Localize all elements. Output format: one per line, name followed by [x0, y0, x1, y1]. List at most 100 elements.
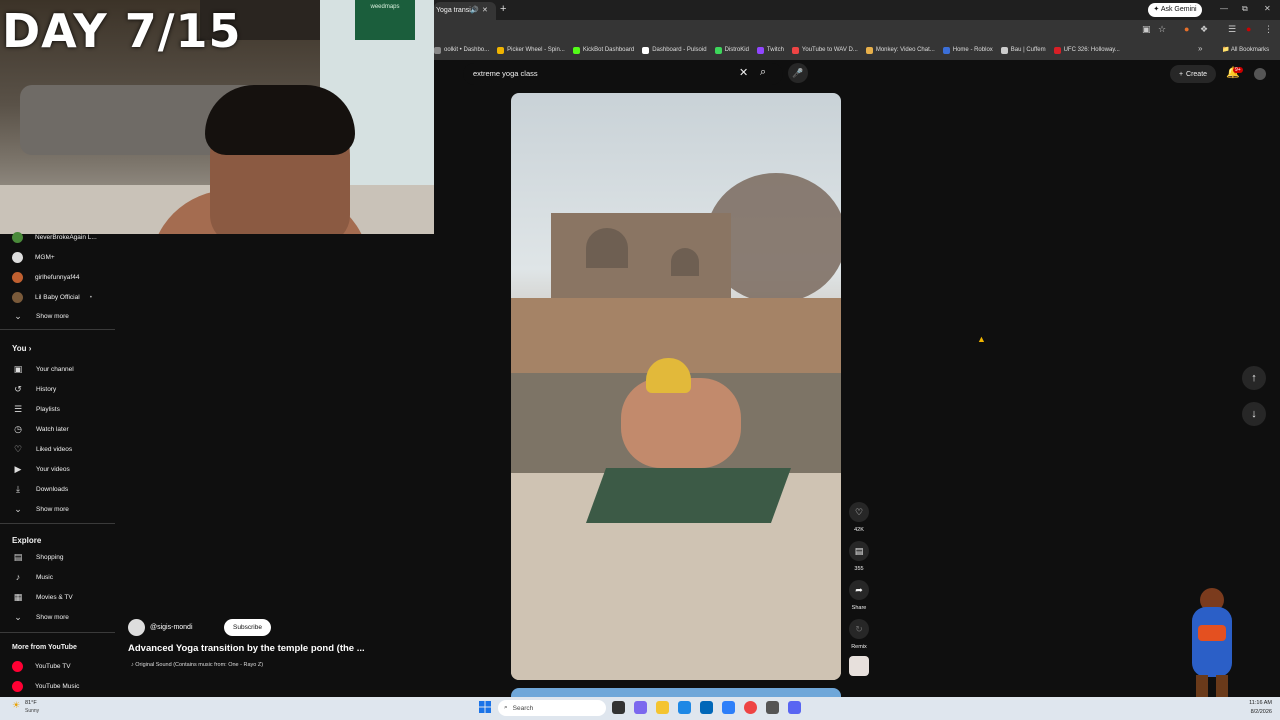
divider: [0, 329, 115, 330]
clear-search-icon[interactable]: ✕: [739, 66, 748, 79]
share-icon: ➦: [855, 584, 863, 595]
sidebar-item-label: Liked videos: [36, 445, 73, 453]
movies-icon: ▦: [13, 591, 23, 602]
bookmark-favicon-icon: [572, 46, 580, 54]
show-more-subscriptions[interactable]: ⌄ Show more: [12, 306, 69, 326]
file-explorer-icon[interactable]: [656, 701, 669, 714]
restore-icon[interactable]: ⧉: [1242, 4, 1248, 14]
sidebar-item[interactable]: ▣ Your channel: [12, 359, 74, 379]
search-icon[interactable]: ⌕: [760, 66, 766, 79]
taskbar-search[interactable]: ⌕ Search: [498, 700, 606, 716]
bookmark-item[interactable]: DistroKid: [714, 46, 749, 54]
bookmark-item[interactable]: UFC 326: Holloway...: [1053, 46, 1120, 54]
sidepanel-icon[interactable]: ☰: [1228, 24, 1236, 35]
sidebar-item[interactable]: ▤ Shopping: [12, 547, 64, 567]
like-button[interactable]: ♡: [849, 502, 869, 522]
windows-start-icon[interactable]: [479, 701, 491, 713]
bookmark-label: DistroKid: [724, 47, 749, 53]
speaker-icon[interactable]: 🔊: [470, 2, 479, 20]
chrome-menu-icon[interactable]: ⋮: [1264, 24, 1273, 35]
sidebar-item[interactable]: ▦ Movies & TV: [12, 587, 73, 607]
edge-icon[interactable]: [678, 701, 691, 714]
sound-thumbnail[interactable]: [849, 656, 869, 676]
sidebar-subscription[interactable]: Lil Baby Official •: [12, 287, 92, 307]
new-tab-icon[interactable]: +: [500, 3, 506, 15]
search-input[interactable]: extreme yoga class: [473, 69, 538, 78]
create-button[interactable]: + Create: [1170, 65, 1216, 83]
taskbar-clock-date[interactable]: 8/2/2026: [1240, 709, 1272, 715]
comments-button[interactable]: ▤: [849, 541, 869, 561]
sidebar-item[interactable]: ♡ Liked videos: [12, 439, 72, 459]
playlists-icon: ☰: [13, 403, 23, 414]
sidebar-item[interactable]: ◷ Watch later: [12, 419, 69, 439]
sound-link[interactable]: ♪ Original Sound (Contains music from: O…: [131, 662, 263, 668]
sidebar-subscription[interactable]: girlhefunnyaf44: [12, 267, 79, 287]
bookmark-favicon-icon: [434, 46, 441, 54]
bookmark-item[interactable]: YouTube to WAV D...: [791, 46, 858, 54]
bookmark-favicon-icon: [1000, 46, 1008, 54]
chrome-icon[interactable]: [744, 701, 757, 714]
copilot-icon[interactable]: [634, 701, 647, 714]
extension-icon[interactable]: ●: [1184, 24, 1189, 34]
all-bookmarks[interactable]: 📁 All Bookmarks: [1222, 46, 1269, 53]
bookmark-label: Home - Roblox: [952, 47, 993, 53]
share-button[interactable]: ➦: [849, 580, 869, 600]
sidebar-item[interactable]: YouTube TV: [12, 656, 71, 676]
star-icon[interactable]: ☆: [1158, 24, 1166, 35]
next-short-button[interactable]: ↓: [1242, 402, 1266, 426]
previous-short-button[interactable]: ↑: [1242, 366, 1266, 390]
sidebar-item[interactable]: ♪ Music: [12, 567, 53, 587]
comment-icon: ▤: [854, 545, 864, 556]
extensions-puzzle-icon[interactable]: ❖: [1200, 24, 1208, 35]
bookmark-item[interactable]: Twitch: [756, 46, 784, 54]
show-more-you[interactable]: ⌄ Show more: [12, 499, 69, 519]
your-videos-icon: ▶: [14, 463, 22, 474]
close-tab-icon[interactable]: ✕: [482, 2, 488, 20]
sidebar-subscription[interactable]: MGM+: [12, 247, 55, 267]
close-window-icon[interactable]: ✕: [1264, 4, 1271, 13]
task-view-icon[interactable]: [612, 701, 625, 714]
sun-icon[interactable]: ☀: [12, 700, 20, 711]
mail-icon[interactable]: [722, 701, 735, 714]
bookmarks-overflow-icon[interactable]: »: [1198, 44, 1202, 53]
bookmark-favicon-icon: [756, 46, 764, 54]
sidebar-item[interactable]: ☰ Playlists: [12, 399, 60, 419]
tab-active[interactable]: Yoga transi 🔊 ✕: [434, 2, 496, 20]
profile-icon[interactable]: ●: [1246, 24, 1251, 34]
bookmark-item[interactable]: Picker Wheel - Spin...: [497, 46, 565, 54]
taskbar-clock-time[interactable]: 11:16 AM: [1240, 700, 1272, 706]
minimize-icon[interactable]: —: [1220, 4, 1228, 13]
sidebar-subscription[interactable]: NeverBrokeAgain L...: [12, 227, 97, 247]
avatar[interactable]: [1254, 68, 1266, 80]
store-icon[interactable]: [700, 701, 713, 714]
video-title[interactable]: Advanced Yoga transition by the temple p…: [128, 643, 365, 654]
bookmark-item[interactable]: KickBot Dashboard: [572, 46, 634, 54]
chevron-down-icon: ⌄: [14, 611, 22, 622]
comment-count: 355: [854, 566, 864, 572]
bookmark-item[interactable]: Home - Roblox: [942, 46, 993, 54]
sidebar-item-label: Your videos: [36, 465, 70, 473]
bookmark-item[interactable]: Dashboard - Pulsoid: [642, 46, 707, 54]
channel-handle[interactable]: @sigis-mondi: [150, 624, 193, 631]
show-more-explore[interactable]: ⌄ Show more: [12, 607, 69, 627]
bookmark-label: Monkey: Video Chat...: [875, 47, 935, 53]
sidebar-item[interactable]: ⤓ Downloads: [12, 479, 68, 499]
bookmark-item[interactable]: oolkit • Dashbo...: [434, 46, 489, 54]
mic-icon[interactable]: 🎤: [788, 63, 808, 83]
sidebar-item[interactable]: ▶ Your videos: [12, 459, 70, 479]
ask-gemini-button[interactable]: ✦ Ask Gemini: [1148, 3, 1202, 17]
bookmark-item[interactable]: Bau | Cuffem: [1000, 46, 1046, 54]
bookmark-label: Dashboard - Pulsoid: [652, 47, 707, 53]
short-video[interactable]: [511, 93, 841, 680]
sidebar-item[interactable]: YouTube Music: [12, 676, 79, 696]
address-bar[interactable]: [434, 20, 1280, 40]
discord-icon[interactable]: [788, 701, 801, 714]
channel-avatar[interactable]: [128, 619, 145, 636]
sidebar-item[interactable]: ↺ History: [12, 379, 56, 399]
bookmark-item[interactable]: Monkey: Video Chat...: [865, 46, 935, 54]
remix-button[interactable]: ↻: [849, 619, 869, 639]
subscribe-button[interactable]: Subscribe: [224, 619, 271, 636]
app-icon[interactable]: [766, 701, 779, 714]
cast-icon[interactable]: ▣: [1142, 24, 1151, 35]
you-heading[interactable]: You ›: [12, 344, 31, 353]
